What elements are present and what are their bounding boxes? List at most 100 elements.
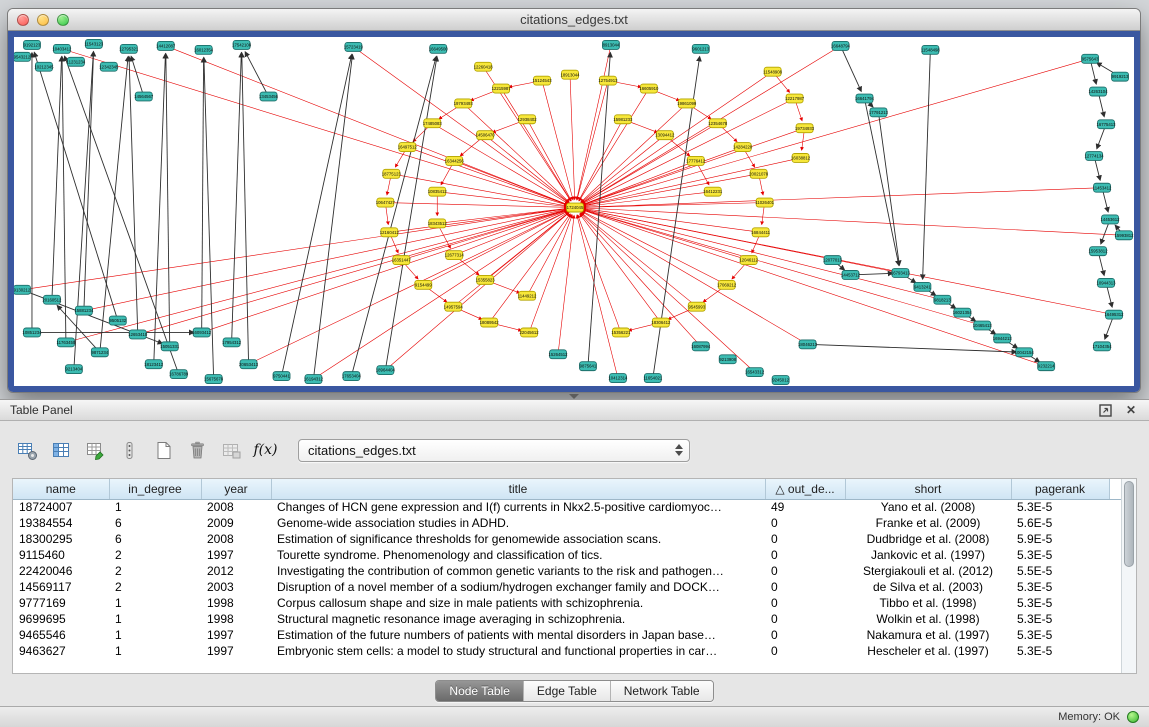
table-cell[interactable]: 1: [109, 595, 201, 611]
network-edge[interactable]: [583, 210, 749, 260]
table-cell[interactable]: 2009: [201, 515, 271, 531]
table-cell[interactable]: 1: [109, 611, 201, 627]
table-cell[interactable]: 0: [765, 515, 845, 531]
table-row[interactable]: 1830029562008Estimation of significance …: [13, 531, 1121, 547]
function-builder-icon[interactable]: f(x): [252, 437, 279, 463]
table-cell[interactable]: 1997: [201, 643, 271, 659]
network-edge[interactable]: [166, 46, 568, 205]
table-cell[interactable]: 1997: [201, 627, 271, 643]
network-edge[interactable]: [583, 208, 1124, 235]
column-header-out-de[interactable]: △ out_de...: [765, 479, 845, 499]
column-chooser-icon[interactable]: [48, 437, 75, 463]
table-cell[interactable]: 5.3E-5: [1011, 611, 1109, 627]
float-panel-icon[interactable]: [1097, 402, 1113, 418]
import-table-icon[interactable]: [218, 437, 245, 463]
table-cell[interactable]: 5.5E-5: [1011, 563, 1109, 579]
network-edge[interactable]: [202, 58, 204, 333]
table-cell[interactable]: Jankovic et al. (1997): [845, 547, 1011, 563]
table-cell[interactable]: 5.9E-5: [1011, 531, 1109, 547]
table-cell[interactable]: Tibbo et al. (1998): [845, 595, 1011, 611]
table-row[interactable]: 946554611997Estimation of the future num…: [13, 627, 1121, 643]
network-edge[interactable]: [282, 55, 352, 376]
network-edge[interactable]: [527, 215, 571, 296]
table-cell[interactable]: 22420046: [13, 563, 109, 579]
tab-edge-table[interactable]: Edge Table: [523, 681, 610, 701]
network-edge[interactable]: [385, 57, 437, 370]
table-cell[interactable]: 0: [765, 643, 845, 659]
column-header-in-degree[interactable]: in_degree: [109, 479, 201, 499]
table-cell[interactable]: 1: [109, 499, 201, 515]
table-scrollbar-thumb[interactable]: [1124, 481, 1134, 567]
table-cell[interactable]: Franke et al. (2009): [845, 515, 1011, 531]
network-edge[interactable]: [558, 215, 574, 354]
network-edge[interactable]: [570, 75, 575, 200]
table-cell[interactable]: 14569117: [13, 579, 109, 595]
network-edge[interactable]: [485, 213, 569, 280]
network-edge[interactable]: [391, 174, 567, 206]
network-edge[interactable]: [527, 119, 571, 200]
network-edge[interactable]: [580, 213, 700, 346]
table-cell[interactable]: 0: [765, 595, 845, 611]
window-titlebar[interactable]: citations_edges.txt: [8, 9, 1140, 31]
table-cell[interactable]: 0: [765, 531, 845, 547]
table-cell[interactable]: 2: [109, 563, 201, 579]
table-row[interactable]: 1456911722003Disruption of a novel membe…: [13, 579, 1121, 595]
minimize-window-icon[interactable]: [37, 14, 49, 26]
table-edit-icon[interactable]: [82, 437, 109, 463]
table-cell[interactable]: 19384554: [13, 515, 109, 531]
table-cell[interactable]: 1998: [201, 595, 271, 611]
network-edge[interactable]: [401, 210, 567, 260]
column-header-year[interactable]: year: [201, 479, 271, 499]
table-cell[interactable]: 0: [765, 611, 845, 627]
table-row[interactable]: 969969511998Structural magnetic resonanc…: [13, 611, 1121, 627]
network-edge[interactable]: [242, 53, 249, 364]
table-row[interactable]: 977716911998Corpus callosum shape and si…: [13, 595, 1121, 611]
table-cell[interactable]: 2: [109, 547, 201, 563]
tab-network-table[interactable]: Network Table: [610, 681, 713, 701]
tab-node-table[interactable]: Node Table: [436, 681, 523, 701]
table-cell[interactable]: 0: [765, 563, 845, 579]
network-edge[interactable]: [351, 57, 436, 377]
table-cell[interactable]: Nakamura et al. (1997): [845, 627, 1011, 643]
table-cell[interactable]: 5.3E-5: [1011, 627, 1109, 643]
table-cell[interactable]: 5.3E-5: [1011, 579, 1109, 595]
network-edge[interactable]: [353, 47, 568, 203]
network-edge[interactable]: [581, 213, 755, 372]
table-row[interactable]: 2242004622012Investigating the contribut…: [13, 563, 1121, 579]
new-table-icon[interactable]: [150, 437, 177, 463]
network-edge[interactable]: [542, 81, 573, 200]
network-edge[interactable]: [501, 89, 571, 201]
network-edge[interactable]: [583, 174, 759, 206]
table-cell[interactable]: Investigating the contribution of common…: [271, 563, 765, 579]
table-cell[interactable]: 5.3E-5: [1011, 595, 1109, 611]
table-cell[interactable]: Genome-wide association studies in ADHD.: [271, 515, 765, 531]
table-cell[interactable]: Estimation of the future numbers of pati…: [271, 627, 765, 643]
network-edge[interactable]: [131, 56, 144, 96]
table-settings-icon[interactable]: [14, 437, 41, 463]
table-cell[interactable]: 0: [765, 627, 845, 643]
column-header-name[interactable]: name: [13, 479, 109, 499]
network-edge[interactable]: [389, 209, 567, 233]
zoom-window-icon[interactable]: [57, 14, 69, 26]
table-cell[interactable]: Embryonic stem cells: a model to study s…: [271, 643, 765, 659]
network-edge[interactable]: [582, 98, 794, 204]
table-scrollbar[interactable]: [1121, 479, 1136, 673]
table-cell[interactable]: 5.6E-5: [1011, 515, 1109, 531]
network-edge[interactable]: [583, 210, 983, 326]
table-cell[interactable]: 18300295: [13, 531, 109, 547]
table-cell[interactable]: 9463627: [13, 643, 109, 659]
network-edge[interactable]: [583, 128, 805, 205]
network-edge[interactable]: [489, 214, 570, 323]
table-cell[interactable]: Estimation of significance thresholds fo…: [271, 531, 765, 547]
column-header-short[interactable]: short: [845, 479, 1011, 499]
table-cell[interactable]: Dudbridge et al. (2008): [845, 531, 1011, 547]
network-edge[interactable]: [577, 81, 608, 200]
network-edge[interactable]: [65, 56, 179, 374]
table-cell[interactable]: Corpus callosum shape and size in male p…: [271, 595, 765, 611]
table-cell[interactable]: 2003: [201, 579, 271, 595]
table-cell[interactable]: 5.3E-5: [1011, 643, 1109, 659]
network-edge[interactable]: [34, 53, 117, 321]
network-edge[interactable]: [52, 57, 62, 300]
table-cell[interactable]: 0: [765, 579, 845, 595]
table-cell[interactable]: 1: [109, 627, 201, 643]
